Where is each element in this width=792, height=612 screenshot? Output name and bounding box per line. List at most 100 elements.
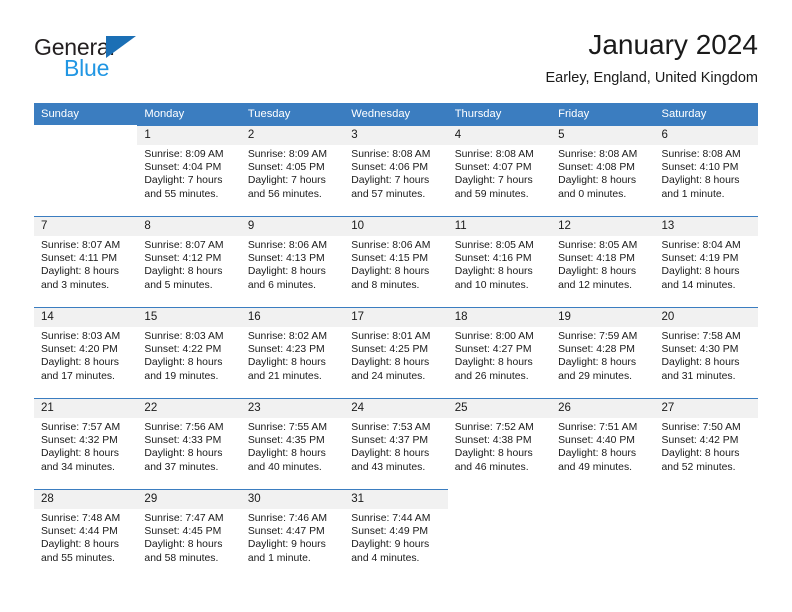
day-number[interactable]: 31 <box>344 489 448 509</box>
sunrise-text: Sunrise: 8:04 AM <box>661 240 741 251</box>
day-number[interactable]: 13 <box>654 216 758 236</box>
weekday-header-friday: Friday <box>551 103 655 126</box>
day-number[interactable]: 26 <box>551 398 655 418</box>
day-number[interactable]: 5 <box>551 125 655 145</box>
day-cell[interactable]: Sunrise: 7:47 AM Sunset: 4:45 PM Dayligh… <box>137 509 241 580</box>
day-cell[interactable]: Sunrise: 8:09 AM Sunset: 4:04 PM Dayligh… <box>137 145 241 217</box>
day-cell[interactable]: Sunrise: 8:08 AM Sunset: 4:06 PM Dayligh… <box>344 145 448 217</box>
day-number[interactable]: 24 <box>344 398 448 418</box>
day-cell <box>447 509 552 580</box>
weekday-header-thursday: Thursday <box>447 103 552 126</box>
day-cell[interactable]: Sunrise: 7:59 AM Sunset: 4:28 PM Dayligh… <box>551 327 655 399</box>
day-cell[interactable]: Sunrise: 8:08 AM Sunset: 4:10 PM Dayligh… <box>654 145 758 217</box>
day-cell[interactable]: Sunrise: 7:48 AM Sunset: 4:44 PM Dayligh… <box>34 509 138 580</box>
day-number[interactable]: 11 <box>447 216 552 236</box>
day-cell[interactable]: Sunrise: 7:51 AM Sunset: 4:40 PM Dayligh… <box>551 418 655 490</box>
sunrise-text: Sunrise: 8:00 AM <box>454 331 534 342</box>
sunrise-text: Sunrise: 7:53 AM <box>351 422 431 433</box>
day-cell[interactable]: Sunrise: 8:00 AM Sunset: 4:27 PM Dayligh… <box>447 327 552 399</box>
sunset-text: Sunset: 4:35 PM <box>247 435 325 447</box>
day-cell[interactable]: Sunrise: 7:58 AM Sunset: 4:30 PM Dayligh… <box>654 327 758 399</box>
day-cell[interactable]: Sunrise: 8:07 AM Sunset: 4:12 PM Dayligh… <box>137 236 241 308</box>
daylight-text-line1: Daylight: 8 hours <box>351 357 430 369</box>
daylight-text-line1: Daylight: 8 hours <box>247 266 326 278</box>
day-cell[interactable]: Sunrise: 8:08 AM Sunset: 4:07 PM Dayligh… <box>447 145 552 217</box>
weekday-header-monday: Monday <box>137 103 241 126</box>
day-cell[interactable]: Sunrise: 7:56 AM Sunset: 4:33 PM Dayligh… <box>137 418 241 490</box>
day-number[interactable]: 2 <box>240 125 345 145</box>
daylight-text-line1: Daylight: 8 hours <box>144 266 223 278</box>
sunrise-text: Sunrise: 7:58 AM <box>661 331 741 342</box>
daylight-text-line2: and 58 minutes. <box>144 552 219 564</box>
daylight-text-line2: and 19 minutes. <box>144 370 219 382</box>
day-cell[interactable]: Sunrise: 7:52 AM Sunset: 4:38 PM Dayligh… <box>447 418 552 490</box>
day-number[interactable]: 6 <box>654 125 758 145</box>
day-cell[interactable]: Sunrise: 8:06 AM Sunset: 4:13 PM Dayligh… <box>240 236 345 308</box>
day-cell[interactable]: Sunrise: 8:06 AM Sunset: 4:15 PM Dayligh… <box>344 236 448 308</box>
day-cell[interactable]: Sunrise: 7:46 AM Sunset: 4:47 PM Dayligh… <box>240 509 345 580</box>
day-cell[interactable]: Sunrise: 8:02 AM Sunset: 4:23 PM Dayligh… <box>240 327 345 399</box>
day-cell[interactable]: Sunrise: 7:55 AM Sunset: 4:35 PM Dayligh… <box>240 418 345 490</box>
sunrise-text: Sunrise: 8:07 AM <box>144 240 224 251</box>
day-number[interactable]: 19 <box>551 307 655 327</box>
day-number[interactable]: 4 <box>447 125 552 145</box>
day-number[interactable]: 29 <box>137 489 241 509</box>
day-number[interactable]: 23 <box>240 398 345 418</box>
day-number[interactable]: 22 <box>137 398 241 418</box>
day-number[interactable]: 28 <box>34 489 138 509</box>
day-cell[interactable]: Sunrise: 7:50 AM Sunset: 4:42 PM Dayligh… <box>654 418 758 490</box>
daylight-text-line1: Daylight: 8 hours <box>144 448 223 460</box>
daylight-text-line1: Daylight: 8 hours <box>41 357 119 369</box>
day-cell[interactable]: Sunrise: 8:01 AM Sunset: 4:25 PM Dayligh… <box>344 327 448 399</box>
day-number[interactable]: 25 <box>447 398 552 418</box>
sunset-text: Sunset: 4:22 PM <box>144 344 222 356</box>
day-cell <box>34 145 138 217</box>
day-cell[interactable]: Sunrise: 8:09 AM Sunset: 4:05 PM Dayligh… <box>240 145 345 217</box>
day-number[interactable]: 21 <box>34 398 138 418</box>
day-number[interactable]: 7 <box>34 216 138 236</box>
sunset-text: Sunset: 4:12 PM <box>144 253 222 265</box>
day-cell[interactable]: Sunrise: 8:08 AM Sunset: 4:08 PM Dayligh… <box>551 145 655 217</box>
day-cell[interactable]: Sunrise: 8:05 AM Sunset: 4:16 PM Dayligh… <box>447 236 552 308</box>
day-number[interactable]: 30 <box>240 489 345 509</box>
sunset-text: Sunset: 4:40 PM <box>558 435 635 447</box>
day-cell[interactable]: Sunrise: 8:04 AM Sunset: 4:19 PM Dayligh… <box>654 236 758 308</box>
sunrise-text: Sunrise: 7:52 AM <box>454 422 534 433</box>
day-number[interactable]: 3 <box>344 125 448 145</box>
day-number[interactable]: 1 <box>137 125 241 145</box>
sunset-text: Sunset: 4:18 PM <box>558 253 635 265</box>
sunrise-text: Sunrise: 8:08 AM <box>558 149 638 160</box>
daylight-text-line2: and 52 minutes. <box>661 461 736 473</box>
page-header: General Blue January 2024 Earley, Englan… <box>34 28 758 98</box>
day-number[interactable]: 8 <box>137 216 241 236</box>
day-number[interactable]: 10 <box>344 216 448 236</box>
day-number[interactable]: 16 <box>240 307 345 327</box>
day-number[interactable]: 14 <box>34 307 138 327</box>
sunrise-text: Sunrise: 7:51 AM <box>558 422 638 433</box>
day-number[interactable]: 17 <box>344 307 448 327</box>
day-number[interactable]: 20 <box>654 307 758 327</box>
day-cell[interactable]: Sunrise: 7:57 AM Sunset: 4:32 PM Dayligh… <box>34 418 138 490</box>
day-cell[interactable]: Sunrise: 7:44 AM Sunset: 4:49 PM Dayligh… <box>344 509 448 580</box>
day-cell[interactable]: Sunrise: 7:53 AM Sunset: 4:37 PM Dayligh… <box>344 418 448 490</box>
day-cell[interactable]: Sunrise: 8:03 AM Sunset: 4:22 PM Dayligh… <box>137 327 241 399</box>
day-cell[interactable]: Sunrise: 8:05 AM Sunset: 4:18 PM Dayligh… <box>551 236 655 308</box>
daylight-text-line2: and 31 minutes. <box>661 370 736 382</box>
day-number[interactable]: 9 <box>240 216 345 236</box>
daylight-text-line1: Daylight: 8 hours <box>351 266 430 278</box>
daylight-text-line1: Daylight: 8 hours <box>558 266 637 278</box>
day-cell[interactable]: Sunrise: 8:03 AM Sunset: 4:20 PM Dayligh… <box>34 327 138 399</box>
calendar-table: Sunday Monday Tuesday Wednesday Thursday… <box>34 103 758 580</box>
sunset-text: Sunset: 4:42 PM <box>661 435 739 447</box>
day-number[interactable]: 12 <box>551 216 655 236</box>
day-cell[interactable]: Sunrise: 8:07 AM Sunset: 4:11 PM Dayligh… <box>34 236 138 308</box>
sunrise-text: Sunrise: 7:48 AM <box>41 513 121 524</box>
day-number[interactable]: 18 <box>447 307 552 327</box>
day-number[interactable]: 15 <box>137 307 241 327</box>
brand-logo[interactable]: General Blue <box>34 34 234 92</box>
day-number[interactable]: 27 <box>654 398 758 418</box>
daylight-text-line2: and 59 minutes. <box>454 188 529 200</box>
daylight-text-line1: Daylight: 8 hours <box>144 357 223 369</box>
triangle-icon <box>106 36 136 58</box>
day-number <box>34 125 138 145</box>
